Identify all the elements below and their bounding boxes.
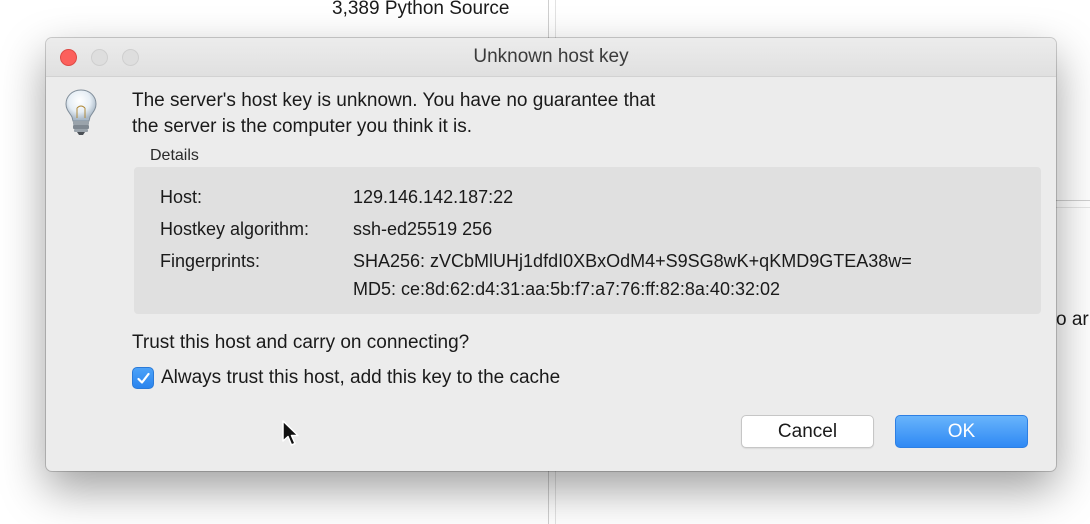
fingerprints-label: Fingerprints: — [160, 251, 261, 271]
unknown-host-key-dialog: Unknown host key The server's host key i… — [46, 38, 1056, 471]
cancel-button[interactable]: Cancel — [741, 415, 874, 448]
background-separator — [1056, 200, 1090, 201]
background-file-row: 3,389 Python Source — [332, 0, 510, 19]
details-group-label: Details — [150, 147, 199, 164]
lightbulb-icon — [65, 89, 97, 135]
host-label: Host: — [160, 187, 203, 207]
hostkey-algorithm-label: Hostkey algorithm: — [160, 219, 310, 239]
message-line: The server's host key is unknown. You ha… — [132, 90, 656, 111]
title-bar[interactable]: Unknown host key — [46, 38, 1056, 77]
host-value: 129.146.142.187:22 — [353, 187, 514, 207]
fingerprint-md5: MD5: ce:8d:62:d4:31:aa:5b:f7:a7:76:ff:82… — [353, 279, 780, 299]
message-line: the server is the computer you think it … — [132, 116, 473, 137]
background-separator-secondary — [1056, 207, 1090, 208]
details-box: Host: 129.146.142.187:22 Hostkey algorit… — [134, 167, 1041, 314]
always-trust-label[interactable]: Always trust this host, add this key to … — [161, 367, 560, 389]
fingerprint-sha256: SHA256: zVCbMlUHj1dfdI0XBxOdM4+S9SG8wK+q… — [353, 251, 912, 271]
background-text-fragment: o ar — [1056, 309, 1089, 330]
hostkey-algorithm-value: ssh-ed25519 256 — [353, 219, 493, 239]
dialog-message: The server's host key is unknown. You ha… — [132, 88, 655, 140]
checkmark-icon — [137, 372, 150, 384]
trust-question: Trust this host and carry on connecting? — [132, 332, 470, 353]
mouse-pointer-icon — [282, 420, 299, 446]
ok-button[interactable]: OK — [895, 415, 1028, 448]
dialog-title: Unknown host key — [473, 46, 629, 67]
always-trust-checkbox[interactable] — [132, 367, 154, 389]
